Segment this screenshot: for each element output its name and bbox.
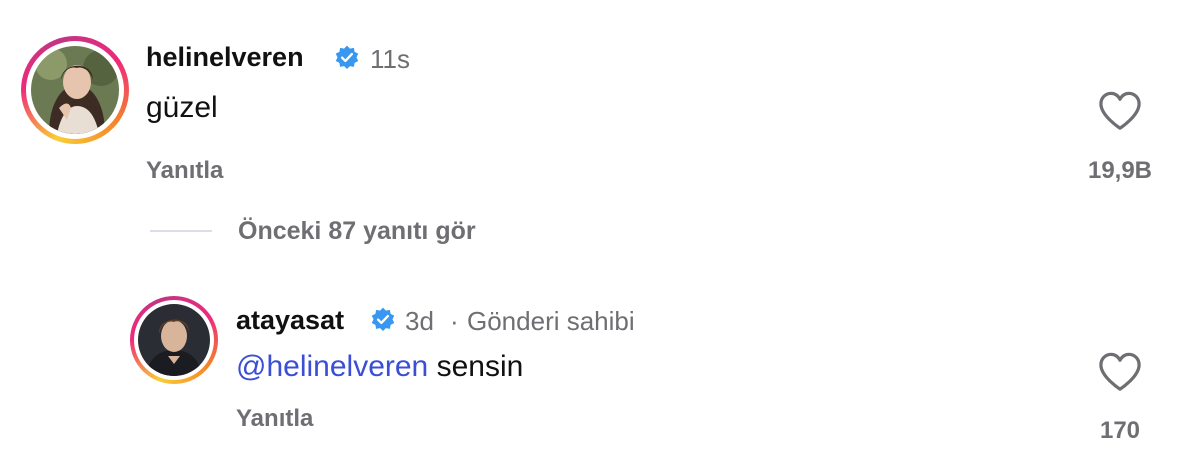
post-owner-label: Gönderi sahibi <box>467 306 635 336</box>
like-count: 170 <box>1099 417 1141 444</box>
heart-outline-icon[interactable] <box>1097 351 1143 393</box>
comment-timestamp: 11s <box>370 44 410 74</box>
avatar-story-ring[interactable] <box>130 296 218 384</box>
like-count: 19,9B <box>1087 157 1153 184</box>
avatar-story-ring[interactable] <box>21 36 129 144</box>
verified-badge-icon <box>371 307 395 332</box>
replies-divider <box>150 230 212 232</box>
heart-outline-icon[interactable] <box>1097 90 1143 132</box>
comment-text: güzel <box>146 91 218 124</box>
reply-username[interactable]: atayasat <box>236 305 344 336</box>
reply-button[interactable]: Yanıtla <box>236 405 313 433</box>
mention-link[interactable]: @helinelveren <box>236 350 428 383</box>
reply-text: @helinelveren sensin <box>236 350 523 384</box>
reply-body: sensin <box>436 350 524 383</box>
view-previous-replies-button[interactable]: Önceki 87 yanıtı gör <box>238 217 476 246</box>
reply-timestamp: 3d <box>405 306 434 336</box>
avatar-photo-atayasat <box>138 304 210 376</box>
reply-button[interactable]: Yanıtla <box>146 157 223 185</box>
meta-separator: · <box>450 306 459 336</box>
verified-badge-icon <box>335 45 359 70</box>
avatar[interactable] <box>138 304 210 376</box>
avatar[interactable] <box>31 46 119 134</box>
avatar-photo-helinelveren <box>31 46 119 134</box>
comment-username[interactable]: helinelveren <box>146 42 304 73</box>
